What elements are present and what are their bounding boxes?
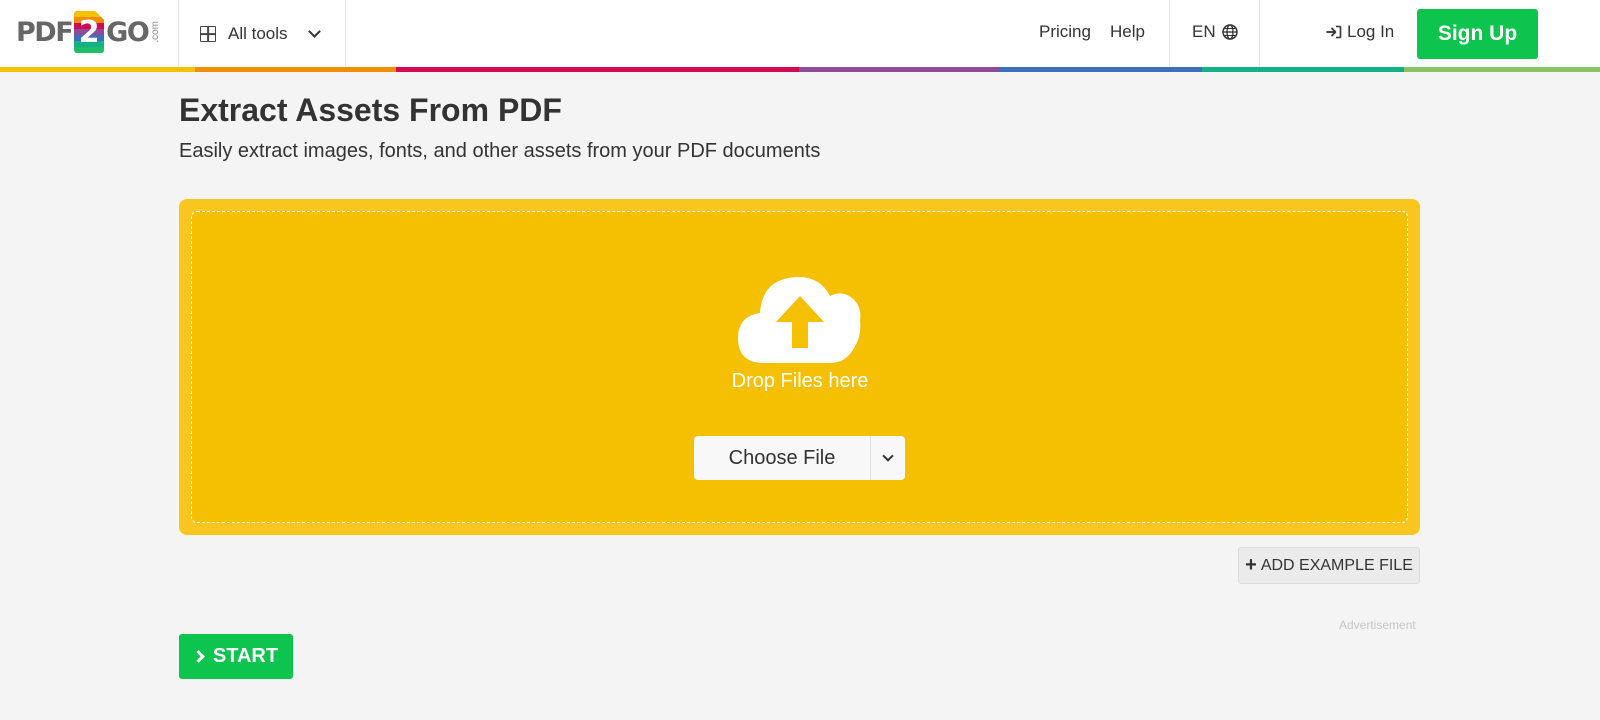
- choose-file-group: Choose File: [694, 436, 905, 480]
- chevron-down-icon: [307, 25, 321, 38]
- chevron-down-icon: [882, 450, 894, 462]
- nav-pricing-link[interactable]: Pricing: [1039, 22, 1091, 42]
- page-subtitle: Easily extract images, fonts, and other …: [179, 140, 821, 162]
- header-divider: [1169, 0, 1170, 66]
- logo-2-badge: 2: [74, 11, 105, 53]
- brand-color-bar: [0, 67, 1600, 72]
- header-divider: [178, 0, 179, 66]
- pdf2go-logo[interactable]: PDF 2 GO .com: [16, 10, 161, 54]
- all-tools-label: All tools: [228, 24, 288, 43]
- plus-icon: +: [1245, 553, 1257, 576]
- all-tools-menu[interactable]: All tools: [200, 20, 321, 48]
- header-divider: [1259, 0, 1260, 66]
- language-label: EN: [1192, 22, 1216, 41]
- login-link[interactable]: Log In: [1326, 22, 1394, 42]
- cloud-upload-icon: [738, 276, 861, 363]
- login-label: Log In: [1347, 22, 1395, 41]
- logo-go-text: GO: [106, 16, 150, 48]
- header-divider: [345, 0, 346, 66]
- choose-file-button[interactable]: Choose File: [694, 436, 871, 480]
- start-label: START: [212, 645, 279, 667]
- logo-com-text: .com: [150, 21, 162, 43]
- nav-help-link[interactable]: Help: [1110, 22, 1145, 42]
- grid-icon: [200, 26, 216, 42]
- logo-pdf-text: PDF: [16, 16, 74, 48]
- drop-files-text: Drop Files here: [731, 370, 869, 392]
- chevron-right-icon: [192, 650, 205, 663]
- file-dropzone[interactable]: [179, 199, 1420, 535]
- add-example-label: ADD EXAMPLE FILE: [1260, 556, 1413, 574]
- start-button[interactable]: START: [179, 634, 293, 679]
- add-example-file-button[interactable]: + ADD EXAMPLE FILE: [1238, 547, 1420, 584]
- page-title: Extract Assets From PDF: [179, 92, 562, 128]
- choose-file-source-dropdown[interactable]: [871, 436, 905, 480]
- signup-button[interactable]: Sign Up: [1417, 9, 1538, 59]
- advertisement-label: Advertisement: [1339, 618, 1416, 632]
- sign-in-icon: [1326, 25, 1342, 39]
- language-selector[interactable]: EN: [1192, 22, 1238, 42]
- globe-icon: [1221, 24, 1238, 40]
- top-header: PDF 2 GO .com All tools Pricing Help EN: [0, 0, 1600, 68]
